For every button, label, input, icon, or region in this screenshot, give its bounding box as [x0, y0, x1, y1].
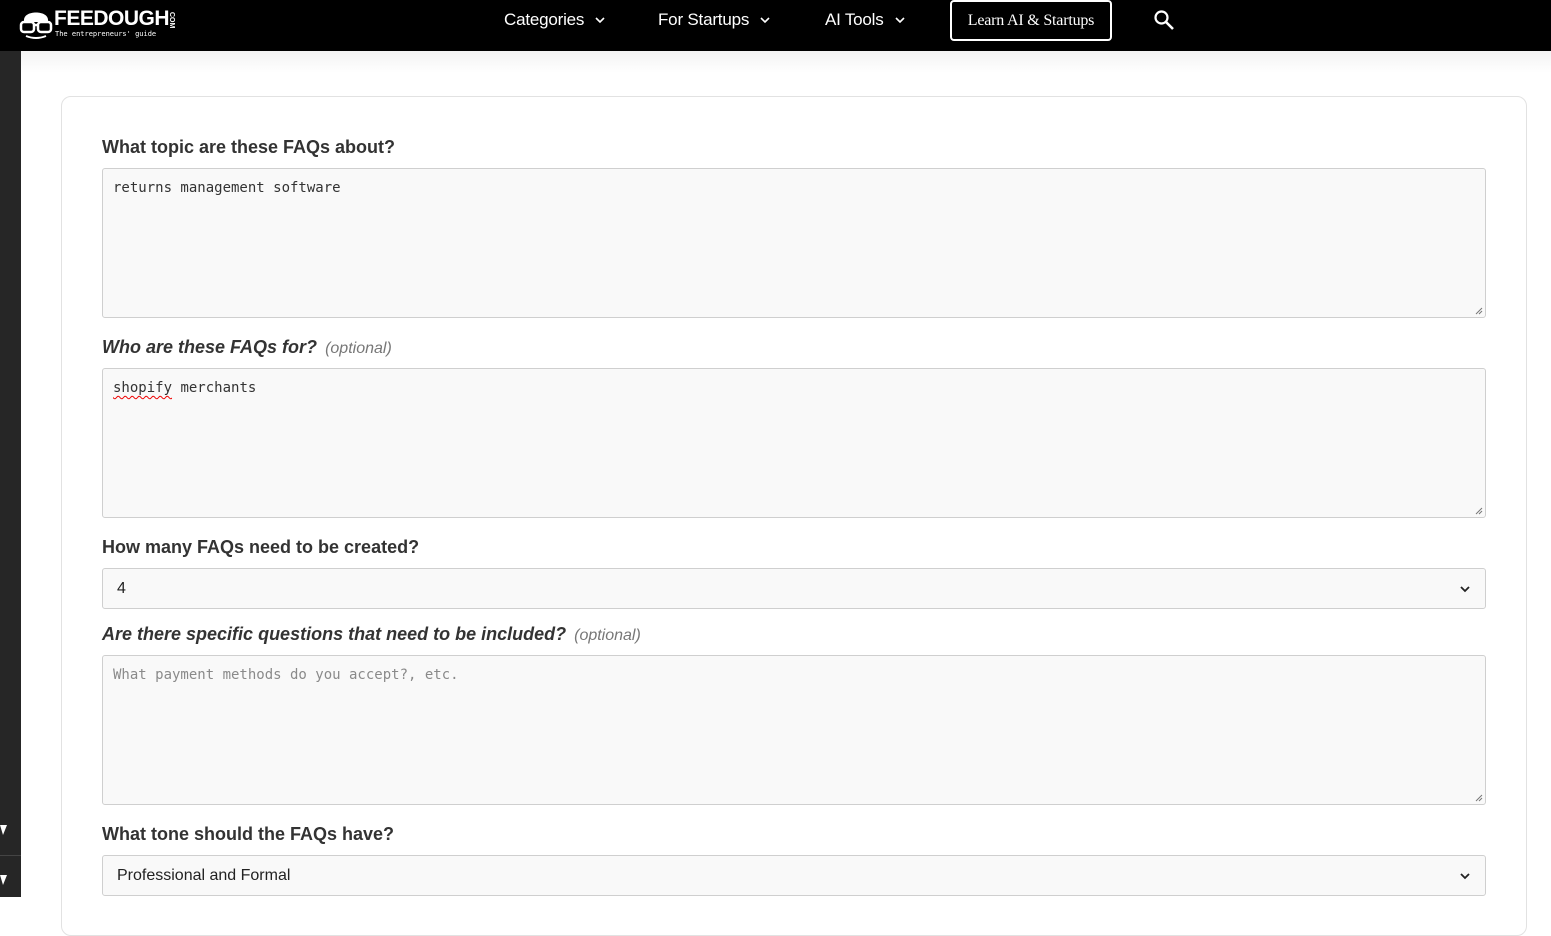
count-label: How many FAQs need to be created?	[102, 537, 419, 558]
nav-categories[interactable]: Categories	[504, 0, 606, 40]
resize-grip-icon[interactable]	[1473, 505, 1483, 515]
tone-label-text: What tone should the FAQs have?	[102, 824, 395, 844]
header-shadow	[21, 51, 1551, 73]
audience-optional-tag: (optional)	[325, 340, 392, 357]
count-label-text: How many FAQs need to be created?	[102, 537, 420, 557]
logo-glasses-icon	[19, 12, 53, 39]
nav-ai-tools[interactable]: AI Tools	[825, 0, 906, 40]
chevron-down-icon	[595, 17, 605, 24]
logo-tagline: The entrepreneurs' guide	[55, 30, 157, 38]
nav-for-startups[interactable]: For Startups	[658, 0, 771, 40]
questions-placeholder: What payment methods do you accept?, etc…	[113, 667, 459, 683]
logo-suffix: COM	[168, 12, 175, 29]
spellcheck-word[interactable]: shopify	[113, 380, 172, 396]
questions-label-text: Are there specific questions that need t…	[102, 624, 567, 644]
rail-arrow-icon	[0, 875, 7, 885]
audience-textarea[interactable]: shopify merchants	[102, 368, 1486, 518]
questions-optional-tag: (optional)	[574, 627, 641, 644]
questions-textarea[interactable]: What payment methods do you accept?, etc…	[102, 655, 1486, 805]
search-icon[interactable]	[1152, 8, 1176, 32]
top-nav-bar: FEEDOUGH COM The entrepreneurs' guide Ca…	[0, 0, 1551, 51]
rail-arrow-icon	[0, 825, 7, 835]
topic-label-text: What topic are these FAQs about?	[102, 137, 396, 157]
topic-textarea[interactable]: returns management software	[102, 168, 1486, 318]
audience-label: Who are these FAQs for? (optional)	[102, 337, 392, 358]
nav-categories-label: Categories	[504, 10, 585, 29]
logo-wordmark: FEEDOUGH	[54, 7, 170, 30]
resize-grip-icon[interactable]	[1473, 792, 1483, 802]
chevron-down-icon	[895, 17, 905, 24]
topic-label: What topic are these FAQs about?	[102, 137, 395, 158]
chevron-down-icon	[1460, 872, 1470, 879]
tone-select[interactable]: Professional and Formal	[102, 855, 1486, 896]
left-sidebar-rail	[0, 51, 21, 897]
chevron-down-icon	[1460, 585, 1470, 592]
tone-label: What tone should the FAQs have?	[102, 824, 394, 845]
site-logo[interactable]: FEEDOUGH COM The entrepreneurs' guide	[18, 2, 188, 42]
tone-value: Professional and Formal	[117, 866, 291, 884]
nav-ai-tools-label: AI Tools	[825, 10, 884, 29]
audience-value: merchants	[172, 380, 257, 396]
questions-label: Are there specific questions that need t…	[102, 624, 641, 645]
audience-label-text: Who are these FAQs for?	[102, 337, 318, 357]
rail-divider	[0, 855, 21, 856]
topic-value: returns management software	[113, 180, 341, 196]
nav-for-startups-label: For Startups	[658, 10, 750, 29]
faq-count-select[interactable]: 4	[102, 568, 1486, 609]
learn-ai-startups-button[interactable]: Learn AI & Startups	[950, 0, 1112, 41]
resize-grip-icon[interactable]	[1473, 305, 1483, 315]
chevron-down-icon	[760, 17, 770, 24]
faq-count-value: 4	[117, 579, 126, 597]
